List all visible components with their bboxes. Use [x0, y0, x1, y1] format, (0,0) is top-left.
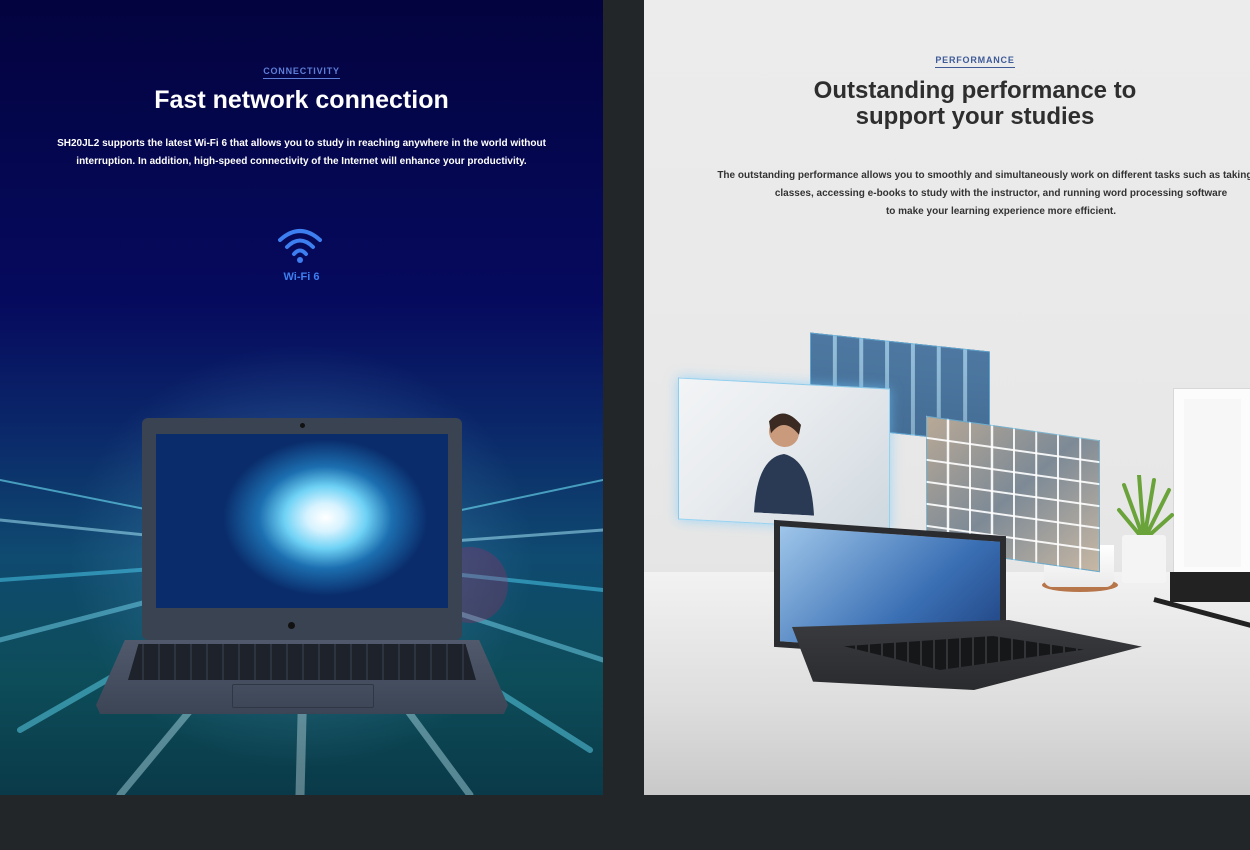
section-eyebrow: PERFORMANCE [644, 55, 1250, 68]
description-line-3: to make your learning experience more ef… [885, 206, 1117, 217]
title-line-2: support your studies [855, 103, 1095, 130]
eyebrow-label: CONNECTIVITY [263, 66, 340, 79]
description-line-2: classes, accessing e-books to study with… [774, 188, 1228, 199]
laptop-image [774, 510, 1144, 690]
section-title: Fast network connection [154, 86, 449, 114]
hologram-video-call [678, 377, 890, 531]
laptop-keyboard [128, 644, 476, 680]
wifi-6-label: Wi-Fi 6 [283, 271, 320, 283]
webcam [300, 423, 305, 428]
section-eyebrow: CONNECTIVITY [0, 66, 603, 79]
notebook [1170, 572, 1250, 602]
performance-section: PERFORMANCE Outstanding performance to s… [644, 0, 1250, 795]
laptop-touchpad [232, 684, 374, 708]
section-description: SH20JL2 supports the latest Wi-Fi 6 that… [57, 138, 546, 167]
laptop-screen [156, 434, 448, 608]
section-title: Outstanding performance to support your … [644, 78, 1250, 130]
presenter-figure [754, 413, 814, 516]
laptop-image [96, 418, 508, 718]
laptop-screen-frame [142, 418, 462, 640]
eyebrow-label: PERFORMANCE [935, 55, 1015, 68]
wifi-icon [278, 229, 322, 263]
hinge-camera [288, 622, 295, 629]
section-description: The outstanding performance allows you t… [696, 167, 1250, 221]
connectivity-section: CONNECTIVITY Fast network connection SH2… [0, 0, 603, 795]
title-line-1: Outstanding performance to [813, 77, 1137, 104]
description-line-1: The outstanding performance allows you t… [717, 170, 1250, 181]
picture-frame [1173, 388, 1250, 578]
